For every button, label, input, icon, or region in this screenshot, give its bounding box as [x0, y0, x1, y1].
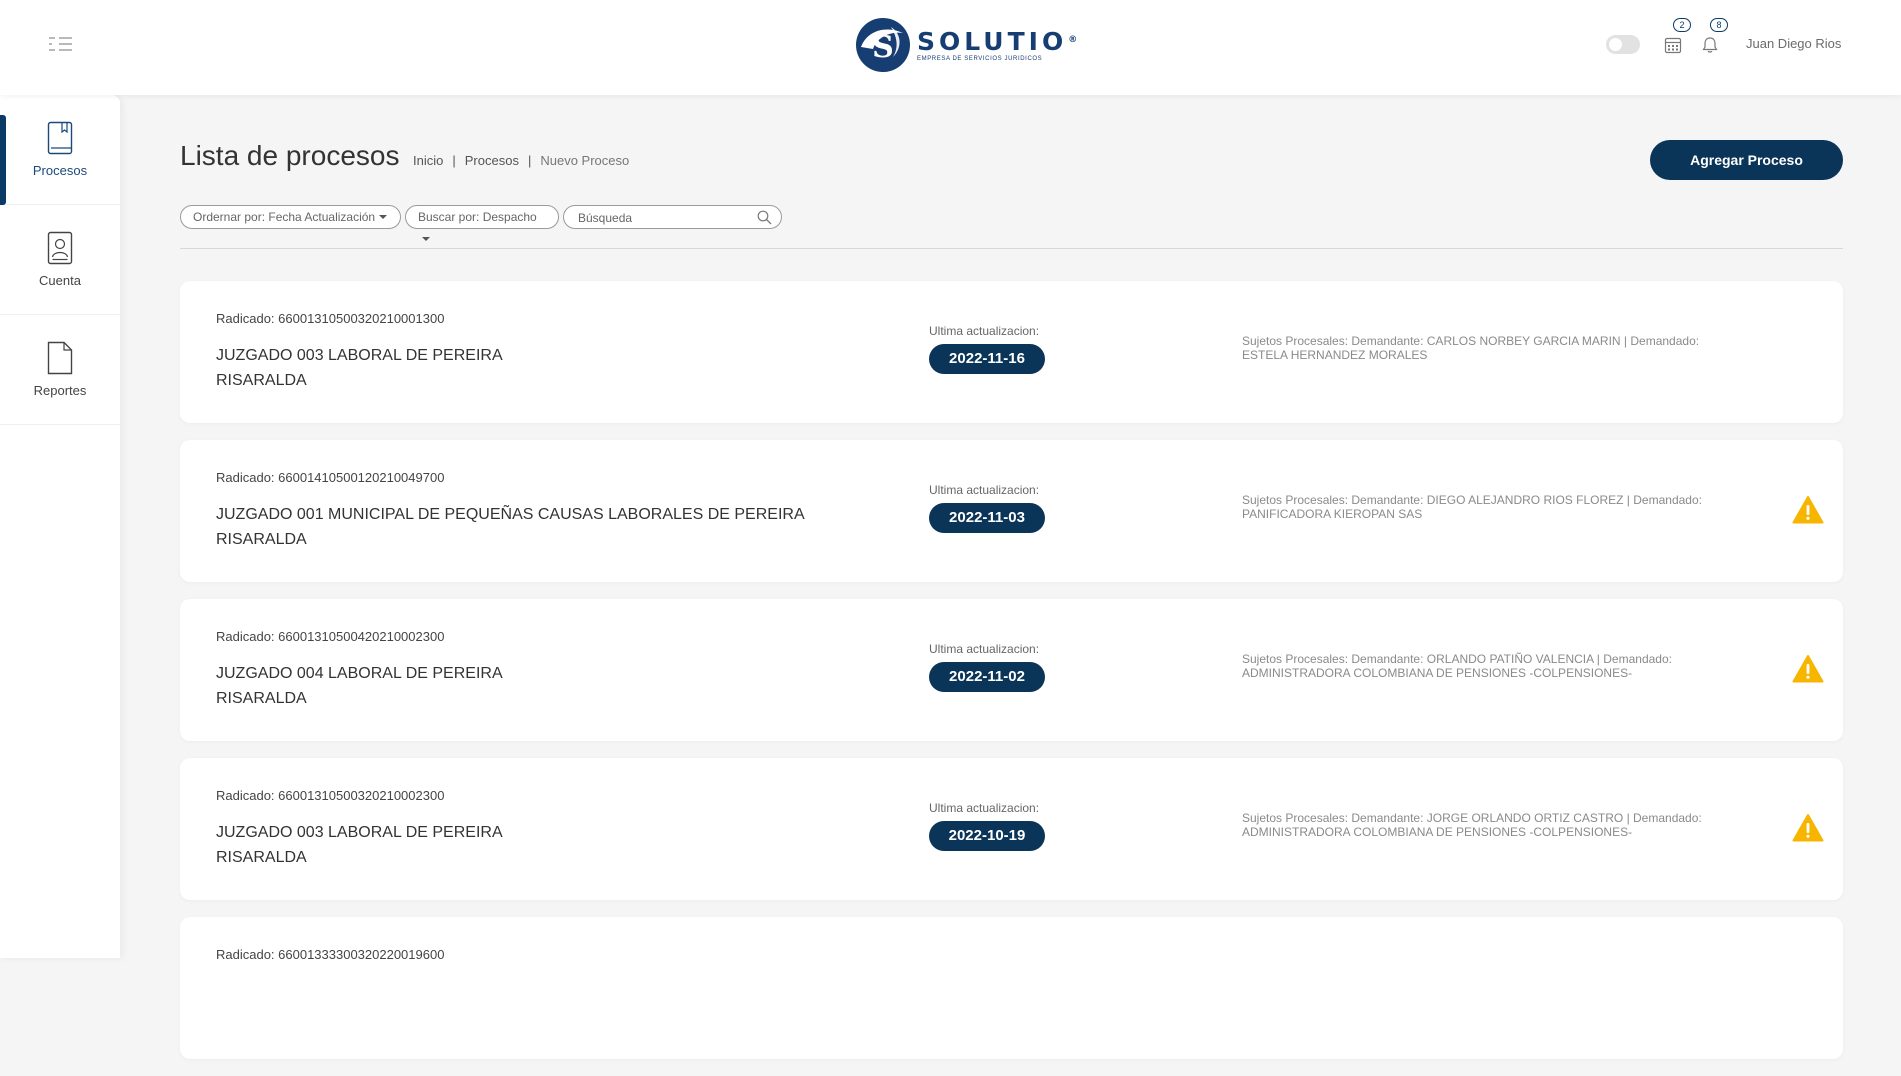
process-court: JUZGADO 003 LABORAL DE PEREIRA RISARALDA [216, 820, 503, 870]
breadcrumb-inicio[interactable]: Inicio [413, 153, 443, 168]
parties-line: Sujetos Procesales: Demandante: DIEGO AL… [1242, 493, 1702, 507]
process-card[interactable]: Radicado: 66001333300320220019600 [180, 917, 1843, 1059]
process-radicado: Radicado: 66001410500120210049700 [216, 470, 445, 485]
theme-toggle[interactable] [1606, 35, 1640, 54]
notifications-badge: 8 [1710, 18, 1728, 32]
calendar-icon[interactable]: 2 [1664, 18, 1691, 54]
sidebar-item-reportes[interactable]: Reportes [0, 315, 120, 425]
parties-line: Sujetos Procesales: Demandante: JORGE OR… [1242, 811, 1702, 825]
add-process-button[interactable]: Agregar Proceso [1650, 140, 1843, 180]
order-by-dropdown[interactable]: Ordernar por: Fecha Actualización [180, 205, 401, 229]
caret-down-icon [422, 237, 430, 241]
update-label: Ultima actualizacion: [929, 483, 1040, 497]
process-card[interactable]: Radicado: 66001310500420210002300 JUZGAD… [180, 599, 1843, 741]
parties-line: ESTELA HERNANDEZ MORALES [1242, 348, 1428, 362]
warning-icon[interactable] [1792, 495, 1824, 525]
parties-line: Sujetos Procesales: Demandante: ORLANDO … [1242, 652, 1672, 666]
process-court: JUZGADO 001 MUNICIPAL DE PEQUEÑAS CAUSAS… [216, 502, 805, 552]
update-date-badge: 2022-11-02 [929, 662, 1045, 692]
logo-wordmark: SOLUTIO ® [917, 26, 1078, 56]
parties-line: Sujetos Procesales: Demandante: CARLOS N… [1242, 334, 1700, 348]
warning-icon[interactable] [1792, 654, 1824, 684]
breadcrumb: Inicio | Procesos | Nuevo Proceso [413, 153, 629, 168]
search-by-label: Buscar por: Despacho [418, 210, 537, 224]
update-label: Ultima actualizacion: [929, 324, 1040, 338]
toggle-knob [1609, 38, 1622, 51]
court-name: JUZGADO 004 LABORAL DE PEREIRA [216, 665, 503, 682]
calendar-badge: 2 [1673, 18, 1691, 32]
document-icon [47, 341, 73, 375]
update-date-badge: 2022-11-16 [929, 344, 1045, 374]
process-parties: Sujetos Procesales: Demandante: ORLANDO … [1242, 652, 1722, 680]
logo-subtitle: EMPRESA DE SERVICIOS JURIDICOS [917, 55, 1043, 62]
court-name: JUZGADO 001 MUNICIPAL DE PEQUEÑAS CAUSAS… [216, 506, 805, 523]
search-by-dropdown[interactable]: Buscar por: Despacho [405, 205, 559, 241]
sidebar-item-label: Cuenta [39, 273, 81, 288]
sidebar-item-label: Procesos [32, 163, 88, 178]
breadcrumb-nuevo-proceso[interactable]: Nuevo Proceso [540, 153, 629, 168]
process-radicado: Radicado: 66001310500420210002300 [216, 629, 445, 644]
top-header: S SOLUTIO ® EMPRESA DE SERVICIOS JURIDICO… [0, 0, 1901, 95]
process-court: JUZGADO 003 LABORAL DE PEREIRA RISARALDA [216, 343, 503, 393]
menu-icon[interactable] [48, 36, 74, 52]
brand-logo[interactable]: S SOLUTIO ® EMPRESA DE SERVICIOS JURIDICO… [855, 16, 1078, 74]
account-card-icon [47, 231, 73, 265]
breadcrumb-separator: | [527, 153, 532, 168]
breadcrumb-separator: | [452, 153, 456, 168]
search-box [563, 205, 782, 229]
court-name: JUZGADO 003 LABORAL DE PEREIRA [216, 347, 503, 364]
court-department: RISARALDA [216, 690, 307, 707]
update-date-badge: 2022-10-19 [929, 821, 1045, 851]
svg-text:S: S [872, 30, 894, 65]
sidebar-item-label: Reportes [33, 383, 87, 398]
caret-down-icon [379, 215, 388, 219]
process-card[interactable]: Radicado: 66001310500320210001300 JUZGAD… [180, 281, 1843, 423]
page-title: Lista de procesos [180, 140, 400, 171]
process-card[interactable]: Radicado: 66001310500320210002300 JUZGAD… [180, 758, 1843, 900]
parties-line: ADMINISTRADORA COLOMBIANA DE PENSIONES -… [1242, 666, 1633, 680]
court-department: RISARALDA [216, 849, 307, 866]
process-parties: Sujetos Procesales: Demandante: JORGE OR… [1242, 811, 1722, 839]
court-department: RISARALDA [216, 531, 307, 548]
divider [180, 248, 1843, 249]
search-input[interactable] [576, 209, 746, 226]
process-list: Radicado: 66001310500320210001300 JUZGAD… [180, 281, 1843, 1076]
search-icon[interactable] [757, 210, 772, 225]
bell-icon[interactable]: 8 [1701, 18, 1728, 54]
process-radicado: Radicado: 66001310500320210002300 [216, 788, 445, 803]
warning-icon[interactable] [1792, 813, 1824, 843]
parties-line: PANIFICADORA KIEROPAN SAS [1242, 507, 1423, 521]
court-name: JUZGADO 003 LABORAL DE PEREIRA [216, 824, 503, 841]
logo-emblem-icon: S [856, 18, 910, 72]
court-department: RISARALDA [216, 372, 307, 389]
user-menu[interactable]: Juan Diego Rios [1746, 36, 1841, 51]
process-radicado: Radicado: 66001333300320220019600 [216, 947, 445, 962]
update-label: Ultima actualizacion: [929, 642, 1040, 656]
process-radicado: Radicado: 66001310500320210001300 [216, 311, 445, 326]
order-by-label: Ordernar por: Fecha Actualización [193, 210, 376, 224]
breadcrumb-procesos[interactable]: Procesos [465, 153, 519, 168]
process-parties: Sujetos Procesales: Demandante: DIEGO AL… [1242, 493, 1722, 521]
sidebar: Procesos Cuenta Reportes [0, 95, 120, 958]
book-icon [47, 121, 73, 155]
process-card[interactable]: Radicado: 66001410500120210049700 JUZGAD… [180, 440, 1843, 582]
process-court: JUZGADO 004 LABORAL DE PEREIRA RISARALDA [216, 661, 503, 711]
process-parties: Sujetos Procesales: Demandante: CARLOS N… [1242, 334, 1722, 362]
sidebar-item-procesos[interactable]: Procesos [0, 95, 120, 205]
update-label: Ultima actualizacion: [929, 801, 1040, 815]
parties-line: ADMINISTRADORA COLOMBIANA DE PENSIONES -… [1242, 825, 1633, 839]
update-date-badge: 2022-11-03 [929, 503, 1045, 533]
sidebar-item-cuenta[interactable]: Cuenta [0, 205, 120, 315]
